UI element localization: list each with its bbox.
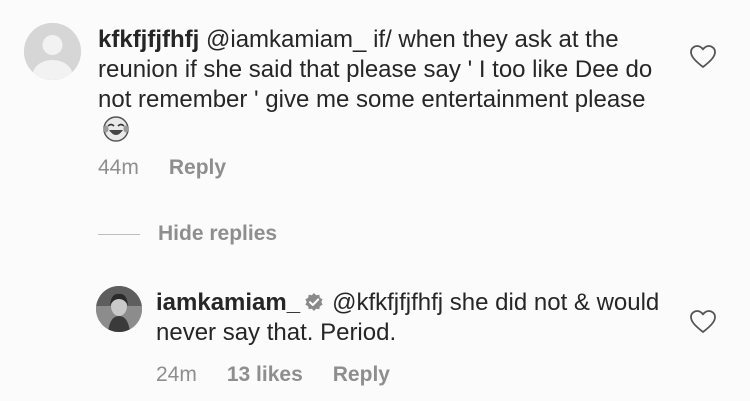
hide-replies-label[interactable]: Hide replies bbox=[158, 222, 277, 246]
reply-time: 24m bbox=[156, 363, 197, 386]
reply-body: iamkamiam_ @kfkfjfjfhfj she did not & wo… bbox=[156, 288, 676, 348]
likes-count[interactable]: 13 likes bbox=[227, 362, 303, 388]
default-avatar-icon[interactable] bbox=[24, 23, 81, 80]
like-heart-icon[interactable] bbox=[690, 45, 716, 69]
reply-button[interactable]: Reply bbox=[169, 155, 226, 181]
comment-body: kfkfjfjfhfj @iamkamiam_ if/ when they as… bbox=[98, 25, 658, 147]
comment-meta: 44m Reply bbox=[98, 155, 226, 181]
comments-screen: kfkfjfjfhfj @iamkamiam_ if/ when they as… bbox=[0, 0, 750, 401]
reply-button[interactable]: Reply bbox=[333, 362, 390, 388]
hide-replies-toggle[interactable]: Hide replies bbox=[98, 222, 277, 246]
face-with-tears-of-joy-icon bbox=[102, 115, 130, 143]
verified-badge-icon bbox=[304, 290, 324, 311]
reply-username[interactable]: iamkamiam_ bbox=[156, 289, 300, 316]
divider-line bbox=[98, 233, 140, 235]
like-heart-icon[interactable] bbox=[690, 310, 716, 334]
comment-username[interactable]: kfkfjfjfhfj bbox=[98, 26, 199, 53]
comment-time: 44m bbox=[98, 156, 139, 179]
profile-photo-avatar[interactable] bbox=[96, 286, 142, 332]
reply-meta: 24m 13 likes Reply bbox=[156, 362, 390, 388]
